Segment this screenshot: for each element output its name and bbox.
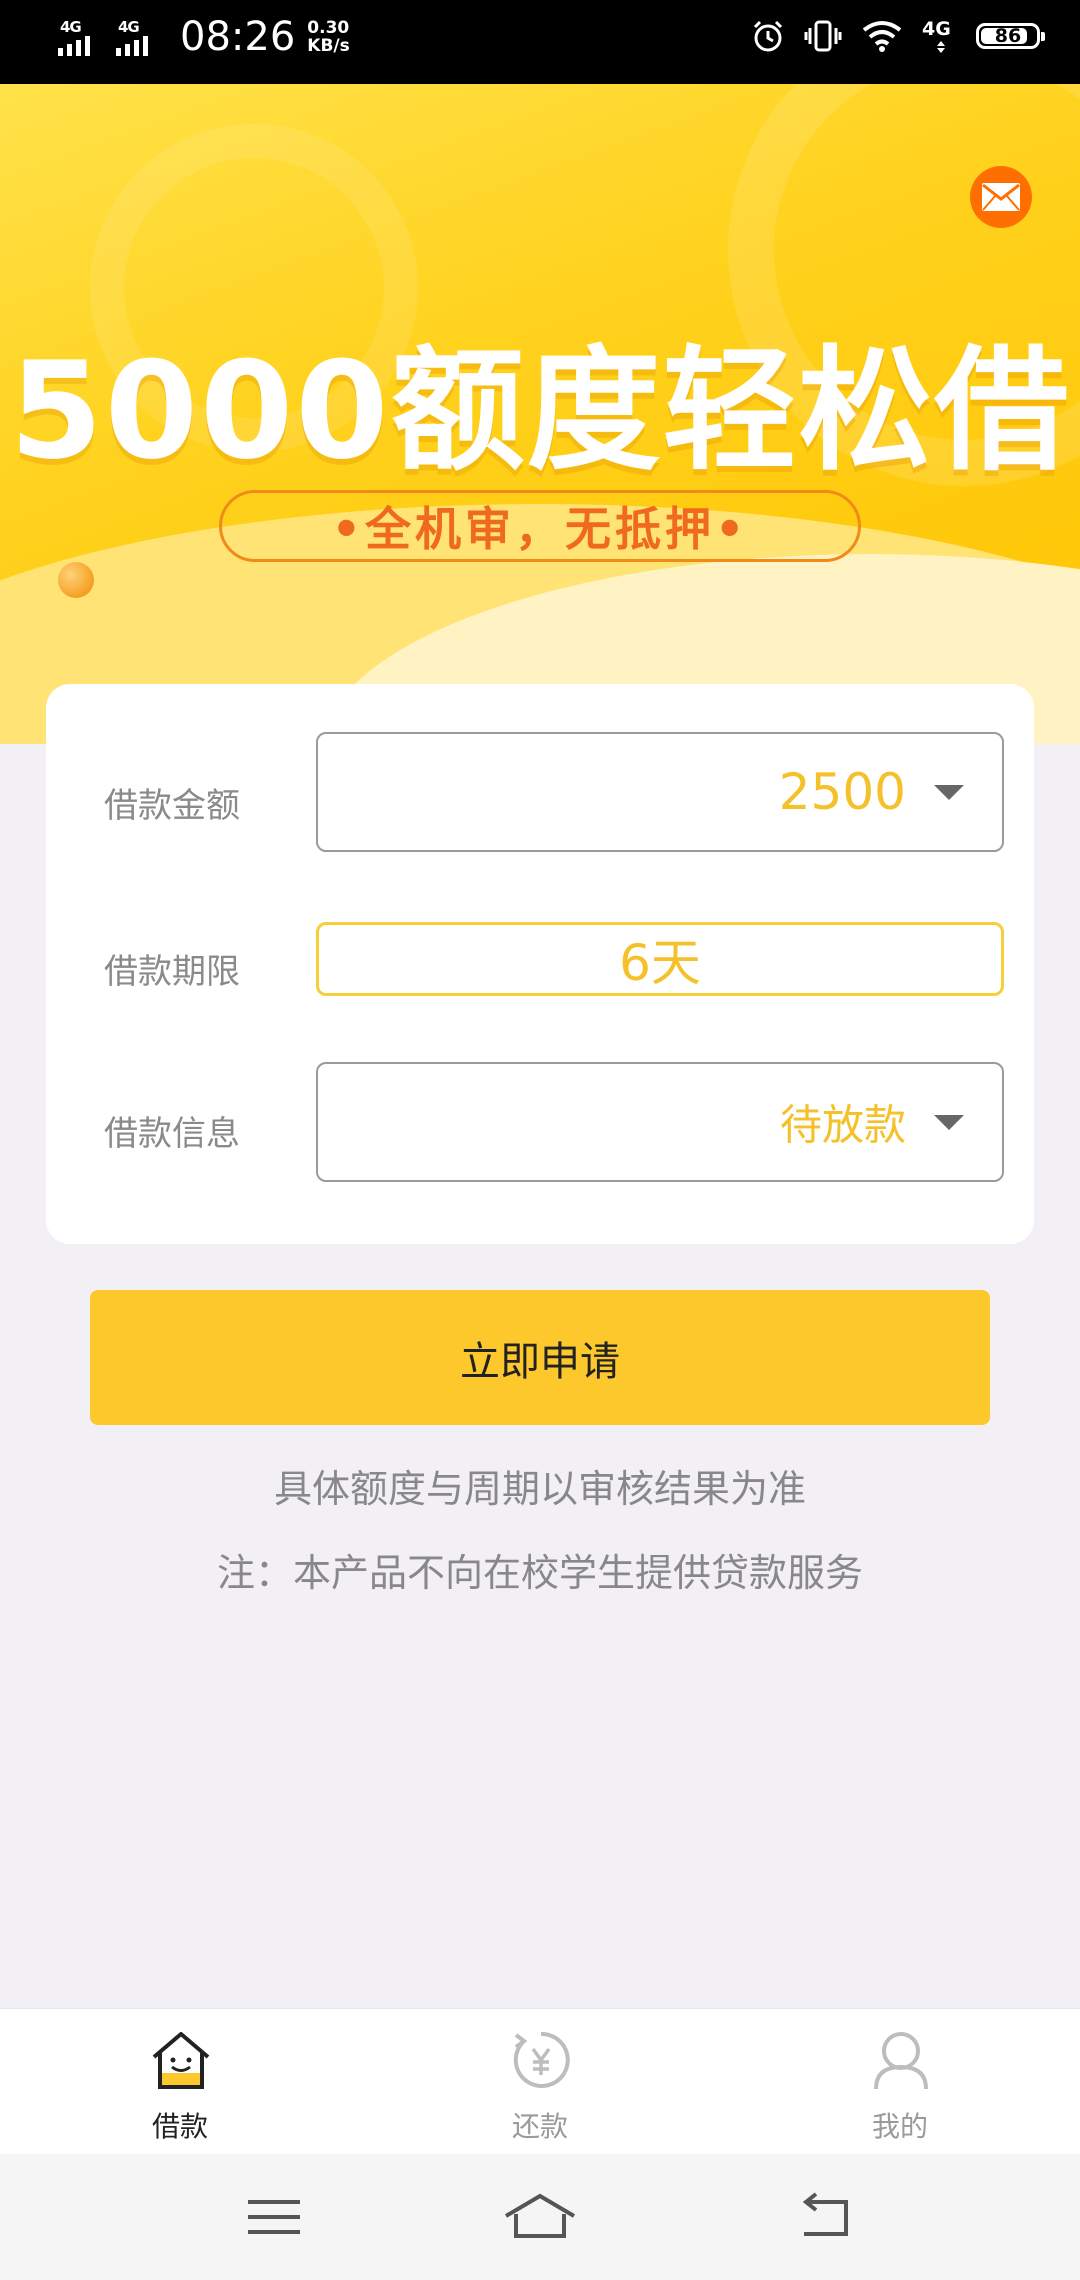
vibrate-icon — [804, 20, 842, 52]
tab-mine[interactable]: 我的 — [720, 2009, 1080, 2155]
tab-repay-label: 还款 — [511, 2110, 568, 2143]
bottom-tab-bar: 借款 还款 我的 — [0, 2008, 1080, 2155]
signal-icon: 4G — [58, 14, 110, 60]
disclaimer-text: 具体额度与周期以审核结果为准 — [273, 1467, 806, 1511]
mail-icon[interactable] — [970, 166, 1032, 228]
banner-headline: 5000额度轻松借 — [9, 333, 1071, 489]
promo-banner: 5000额度轻松借 •全机审，无抵押• — [0, 84, 1080, 744]
clock: 08:26 — [180, 14, 296, 60]
tab-borrow[interactable]: 借款 — [0, 2009, 360, 2155]
loan-amount-label: 借款金额 — [104, 786, 240, 826]
loan-amount-value: 2500 — [778, 763, 906, 821]
person-icon — [874, 2032, 928, 2090]
speed-value: 0.30 — [307, 18, 350, 38]
wifi-icon — [862, 21, 902, 52]
refresh-yen-icon — [513, 2031, 570, 2088]
tab-borrow-label: 借款 — [151, 2110, 208, 2143]
loan-term-field[interactable]: 6天 — [316, 922, 1004, 996]
system-navigation-bar — [0, 2154, 1080, 2280]
loan-info-select[interactable]: 待放款 — [316, 1062, 1004, 1182]
chevron-down-icon — [934, 785, 964, 800]
apply-button[interactable]: 立即申请 — [90, 1290, 990, 1425]
student-notice-text: 注：本产品不向在校学生提供贷款服务 — [216, 1551, 863, 1595]
status-bar: 4G 4G 08:26 0.30 KB/s 4G 86 — [0, 0, 1080, 84]
screen: 4G 4G 08:26 0.30 KB/s 4G 86 5000额度轻松借 •全… — [0, 0, 1080, 2280]
loan-term-value: 6天 — [619, 934, 701, 992]
loan-info-label: 借款信息 — [104, 1114, 240, 1154]
loan-amount-select[interactable]: 2500 — [316, 732, 1004, 852]
tab-mine-label: 我的 — [871, 2110, 928, 2143]
battery-icon: 86 — [976, 23, 1045, 49]
speed-unit: KB/s — [307, 36, 350, 56]
alarm-icon — [753, 20, 783, 52]
signal-icon: 4G — [116, 14, 168, 60]
coin-decoration-icon — [58, 562, 94, 598]
network-speed: 0.30 KB/s — [307, 19, 349, 55]
loan-info-value: 待放款 — [779, 1100, 906, 1150]
network-type-label: 4G — [118, 18, 140, 36]
net-type-label: 4G — [922, 18, 951, 40]
battery-level: 86 — [994, 25, 1022, 47]
network-type-label: 4G — [60, 18, 82, 36]
mobile-data-indicator: 4G — [922, 18, 958, 54]
home-smile-icon — [152, 2032, 210, 2089]
chevron-down-icon — [934, 1115, 964, 1130]
banner-tagline: •全机审，无抵押• — [219, 490, 861, 562]
loan-term-label: 借款期限 — [104, 952, 240, 992]
loan-form-card: 借款金额 2500 借款期限 6天 借款信息 待放款 — [46, 684, 1034, 1244]
status-right: 4G 86 — [750, 18, 1045, 54]
back-icon[interactable] — [790, 2192, 862, 2242]
status-left: 4G 4G 08:26 0.30 KB/s — [58, 14, 350, 60]
tab-repay[interactable]: 还款 — [360, 2009, 720, 2155]
menu-icon[interactable] — [240, 2192, 312, 2242]
home-icon[interactable] — [504, 2192, 576, 2242]
